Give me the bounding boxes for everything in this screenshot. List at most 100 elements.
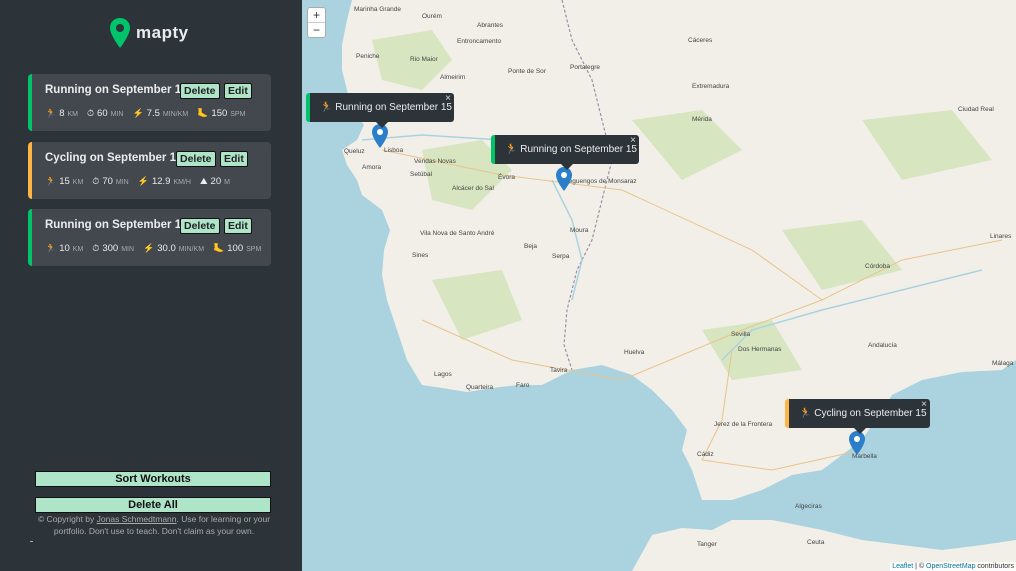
place-label: Marinha Grande [354, 6, 401, 13]
place-label: Peniche [356, 53, 380, 60]
place-label: Rio Maior [410, 56, 438, 63]
place-label: Huelva [624, 349, 645, 356]
place-label: Linares [990, 233, 1012, 240]
place-label: Jerez de la Frontera [714, 421, 773, 428]
logo-text: mapty [136, 23, 189, 42]
foot-icon: 🦶 [197, 108, 209, 118]
duration-stat: ⏱ 70 MIN [92, 176, 128, 187]
popup-text: Running on September 15 [520, 144, 637, 155]
distance-value: 8 [59, 108, 65, 119]
place-label: Beja [524, 243, 538, 250]
logo: mapty [110, 18, 189, 48]
pace-unit: MIN/KM [162, 111, 189, 118]
runner-icon: 🏃 [505, 144, 518, 155]
pace-value: 30.0 [157, 243, 176, 254]
close-icon[interactable]: × [921, 390, 927, 419]
lightning-icon: ⚡ [143, 243, 155, 253]
map-marker-icon[interactable] [556, 167, 572, 191]
distance-stat: 🏃 10 KM [45, 243, 83, 254]
popup-tip [376, 122, 388, 128]
map-background[interactable] [302, 0, 1016, 571]
close-icon[interactable]: × [630, 126, 636, 155]
elevation-unit: M [224, 179, 230, 186]
stopwatch-icon: ⏱ [92, 243, 100, 253]
author-link[interactable]: Jonas Schmedtmann [97, 514, 177, 524]
workout-item-running[interactable]: Running on September 15 Delete Edit 🏃 10 K… [28, 209, 271, 266]
place-label: Abrantes [477, 22, 504, 29]
workout-popup-cycling[interactable]: 🏃 Cycling on September 15 × [785, 399, 930, 434]
place-label: Tanger [697, 541, 717, 548]
place-label: Serpa [552, 253, 570, 260]
runner-icon: 🏃 [799, 408, 812, 419]
elevation-value: 20 [210, 176, 222, 187]
delete-all-button[interactable]: Delete All [35, 497, 271, 513]
duration-stat: ⏱ 300 MIN [92, 243, 134, 254]
distance-stat: 🏃 8 KM [45, 108, 78, 119]
zoom-out-button[interactable]: − [308, 23, 325, 38]
cadence-value: 100 [227, 243, 244, 254]
delete-workout-button[interactable]: Delete [180, 218, 220, 234]
elevation-stat: ⛰ 20 M [200, 176, 230, 187]
pace-stat: ⚡ 30.0 MIN/KM [143, 243, 204, 254]
place-label: Cádiz [697, 451, 714, 458]
place-label: Évora [498, 174, 515, 181]
copyright-prefix: © Copyright by [37, 514, 95, 524]
place-label: Ponte de Sor [508, 68, 546, 75]
sidebar: mapty Running on September 15 Delete Edi… [0, 0, 302, 571]
pace-stat: ⚡ 7.5 MIN/KM [132, 108, 188, 119]
place-label: Vendas Novas [414, 158, 456, 165]
delete-workout-button[interactable]: Delete [176, 151, 216, 167]
cadence-stat: 🦶 150 SPM [197, 108, 245, 119]
leaflet-link[interactable]: Leaflet [892, 563, 913, 570]
place-label: Córdoba [865, 263, 890, 270]
distance-stat: 🏃 15 KM [45, 176, 83, 187]
speed-unit: KM/H [173, 179, 191, 186]
delete-workout-button[interactable]: Delete [180, 83, 220, 99]
workout-item-running[interactable]: Running on September 15 Delete Edit 🏃 8 KM… [28, 74, 271, 131]
popup-text: Running on September 15 [335, 102, 452, 113]
place-label: Sevilla [731, 331, 751, 338]
pace-value: 7.5 [146, 108, 160, 119]
foot-icon: 🦶 [213, 243, 225, 253]
map-marker-icon[interactable] [849, 431, 865, 455]
distance-unit: KM [72, 179, 84, 186]
place-label: Algeciras [795, 503, 822, 510]
zoom-in-button[interactable]: + [308, 8, 325, 23]
map[interactable]: Marinha Grande Ourém Abrantes Peniche En… [302, 0, 1016, 571]
workout-popup-running[interactable]: 🏃 Running on September 15 × [491, 135, 639, 170]
place-label: Queluz [344, 148, 365, 155]
cadence-unit: SPM [246, 246, 262, 253]
distance-value: 10 [59, 243, 70, 254]
place-label: Faro [516, 382, 530, 389]
close-icon[interactable]: × [445, 84, 451, 113]
place-label: Extremadura [692, 83, 730, 90]
workout-item-cycling[interactable]: Cycling on September 15 Delete Edit 🏃 15 K… [28, 142, 271, 199]
workout-title: Cycling on September 15 [45, 152, 183, 164]
speed-stat: ⚡ 12.9 KM/H [138, 176, 191, 187]
place-label: Quarteira [466, 384, 494, 391]
place-label: Reguengos de Monsaraz [564, 178, 637, 185]
workout-title: Running on September 15 [45, 219, 188, 231]
zoom-control: + − [307, 7, 326, 38]
place-label: Lagos [434, 371, 452, 378]
edit-workout-button[interactable]: Edit [220, 151, 248, 167]
place-label: Tavira [550, 367, 568, 374]
workout-popup-running[interactable]: 🏃 Running on September 15 × [306, 93, 454, 128]
place-label: Cáceres [688, 37, 713, 44]
attribution-separator: | © [913, 563, 927, 570]
duration-value: 70 [102, 176, 113, 187]
divider [30, 541, 33, 542]
runner-icon: 🏃 [320, 102, 333, 113]
workout-stats: 🏃 10 KM ⏱ 300 MIN ⚡ 30.0 MIN/KM 🦶 100 SPM [45, 243, 270, 254]
popup-tip [561, 164, 573, 170]
place-label: Almeirim [440, 74, 466, 81]
sort-workouts-button[interactable]: Sort Workouts [35, 471, 271, 487]
edit-workout-button[interactable]: Edit [224, 218, 252, 234]
speed-value: 12.9 [151, 176, 171, 187]
distance-value: 15 [59, 176, 70, 187]
copyright: © Copyright by Jonas Schmedtmann. Use fo… [34, 513, 274, 537]
place-label: Setúbal [410, 171, 433, 178]
edit-workout-button[interactable]: Edit [224, 83, 252, 99]
cadence-value: 150 [211, 108, 228, 119]
osm-link[interactable]: OpenStreetMap [926, 563, 975, 570]
